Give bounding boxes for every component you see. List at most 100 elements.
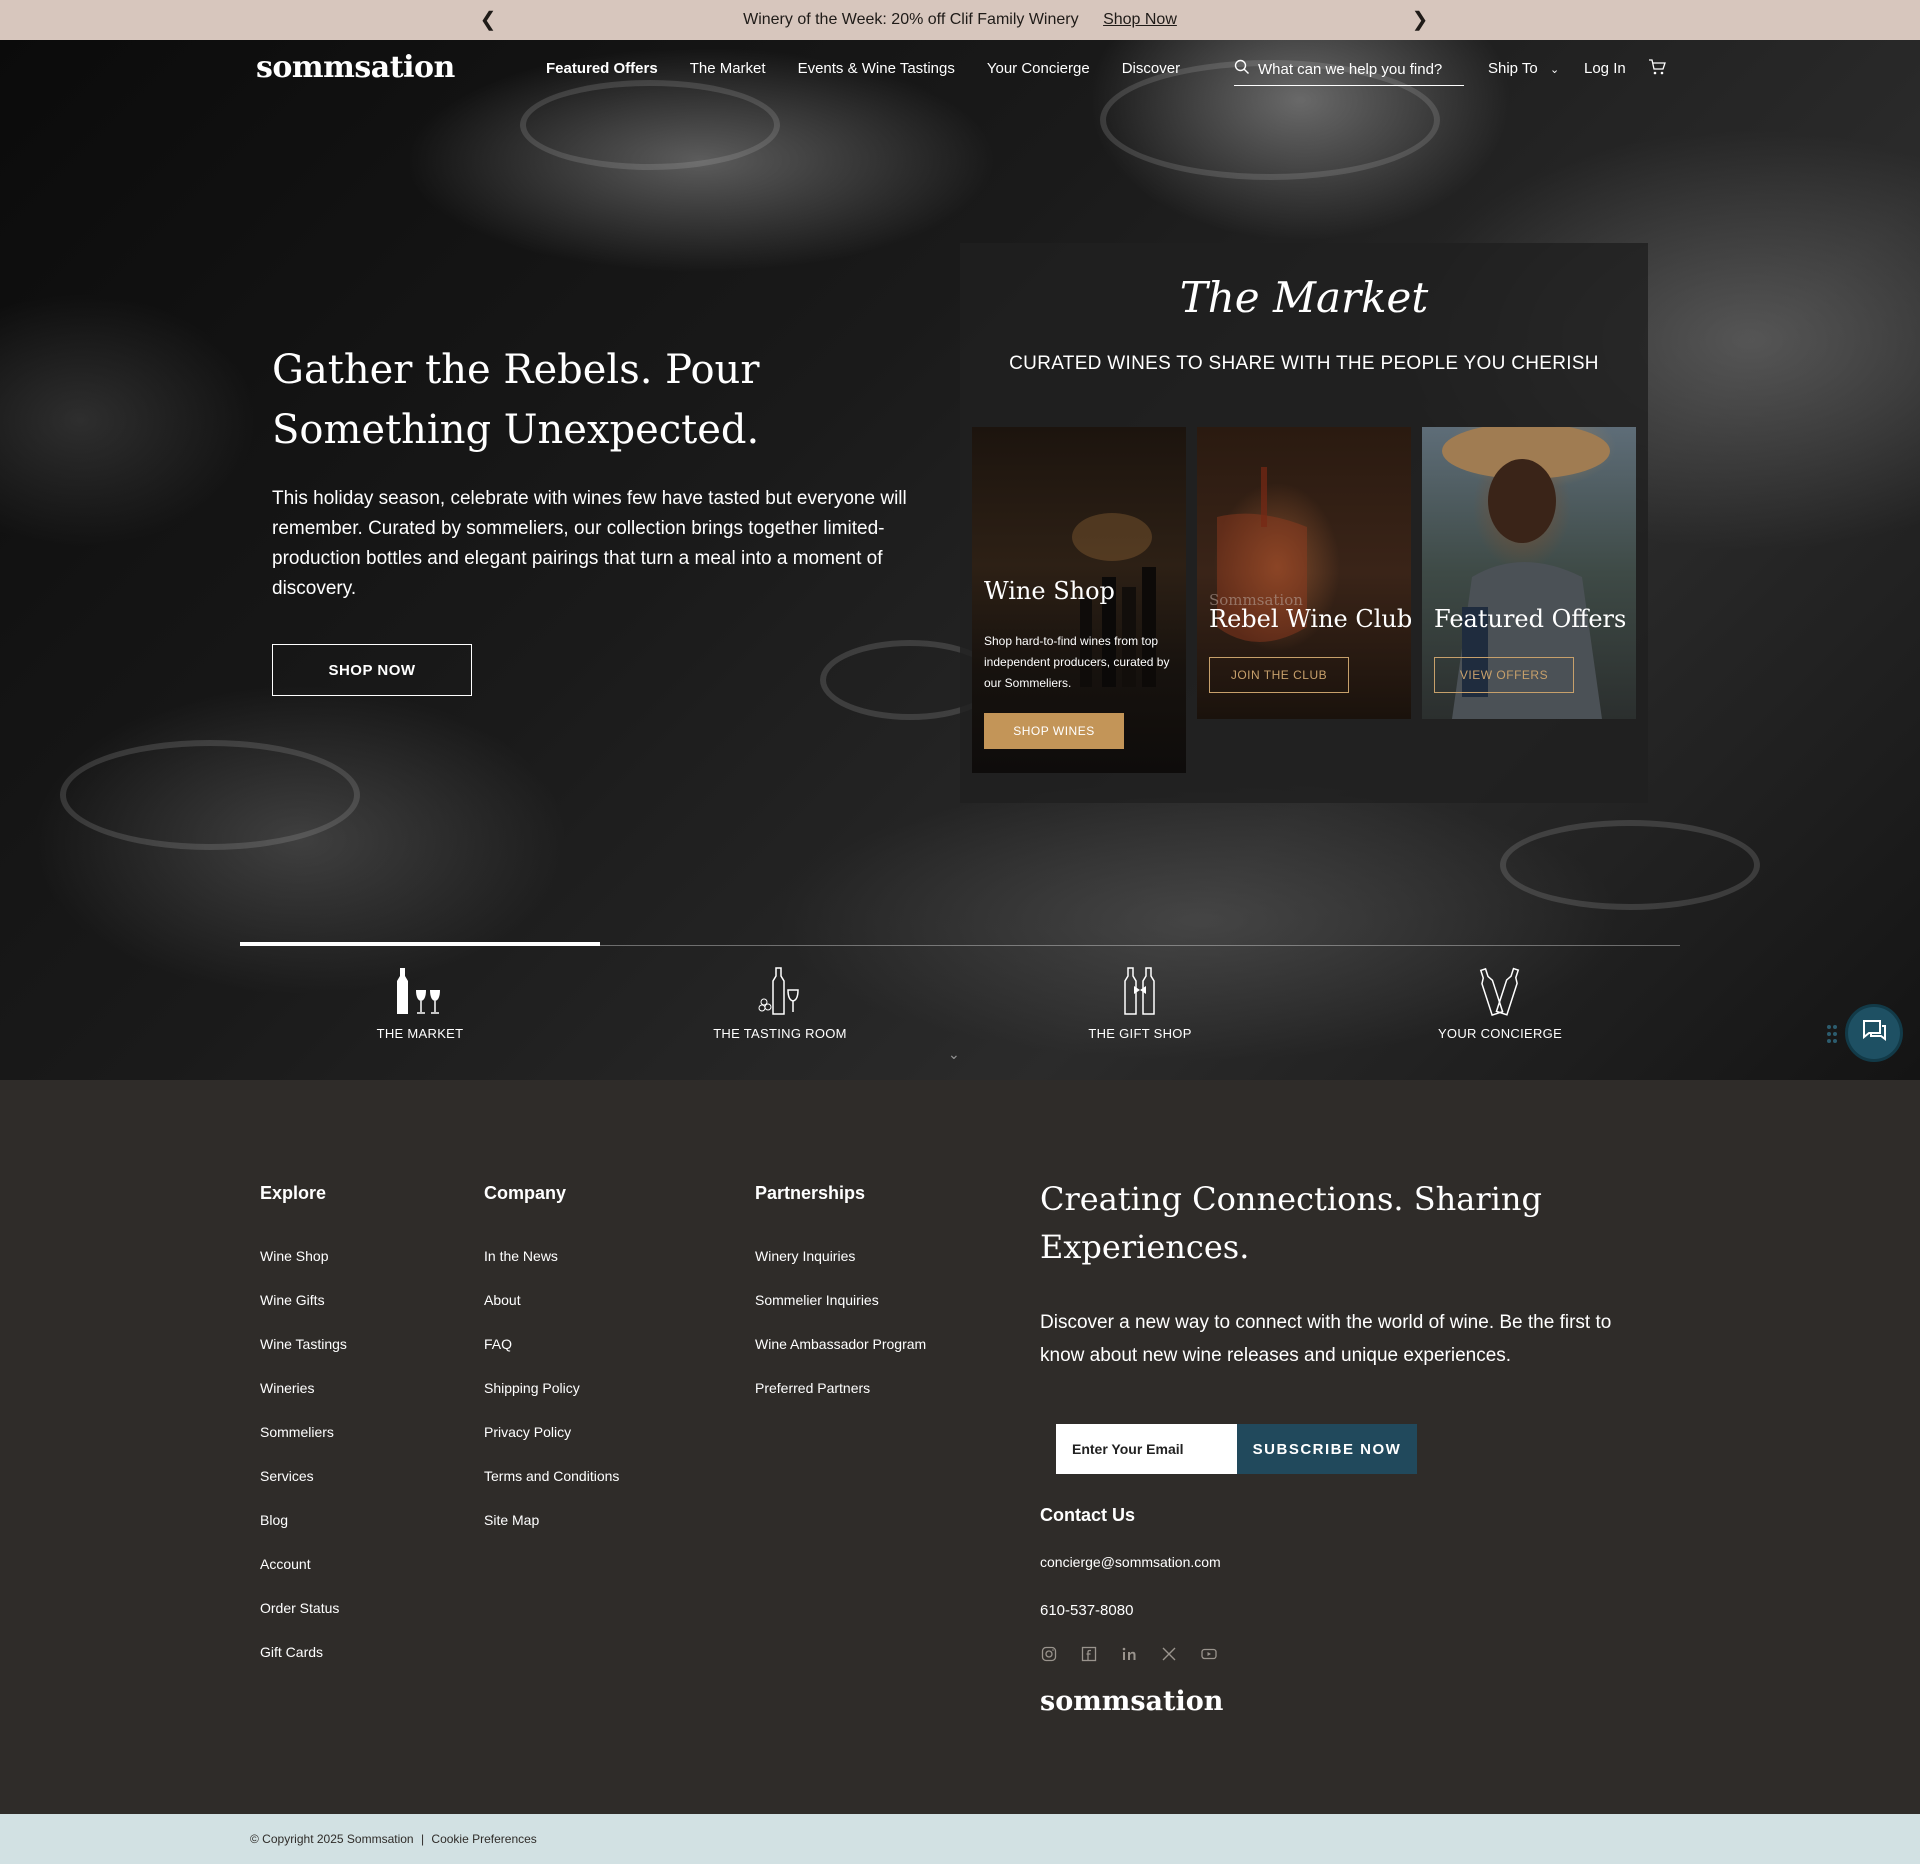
bottle-grapes-glass-icon [600, 964, 960, 1016]
nav-events-wine-tastings[interactable]: Events & Wine Tastings [798, 60, 955, 77]
instagram-icon[interactable] [1040, 1645, 1058, 1663]
footer-link-order-status[interactable]: Order Status [260, 1596, 347, 1640]
tab-the-gift-shop[interactable]: THE GIFT SHOP [960, 964, 1320, 1041]
footer-link-wine-ambassador-program[interactable]: Wine Ambassador Program [755, 1332, 926, 1376]
tab-the-tasting-room[interactable]: THE TASTING ROOM [600, 964, 960, 1041]
active-tab-indicator [240, 942, 600, 946]
market-subtitle: CURATED WINES TO SHARE WITH THE PEOPLE Y… [1009, 353, 1599, 374]
rebel-wine-club-title: Rebel Wine Club [1209, 605, 1411, 633]
footer-partnerships-column: Partnerships Winery Inquiries Sommelier … [755, 1183, 926, 1420]
nav-featured-offers[interactable]: Featured Offers [546, 60, 658, 77]
wine-shop-description: Shop hard-to-find wines from top indepen… [984, 634, 1170, 690]
footer-company-column: Company In the News About FAQ Shipping P… [484, 1183, 619, 1552]
tab-your-concierge[interactable]: YOUR CONCIERGE [1320, 964, 1680, 1041]
footer-logo[interactable]: sommsation [1040, 1686, 1223, 1717]
cookie-preferences-link[interactable]: Cookie Preferences [431, 1832, 536, 1846]
email-field[interactable] [1056, 1424, 1237, 1474]
footer-link-account[interactable]: Account [260, 1552, 347, 1596]
copyright-bar: © Copyright 2025 Sommsation | Cookie Pre… [0, 1814, 1920, 1864]
footer-link-in-the-news[interactable]: In the News [484, 1244, 619, 1288]
tab-your-concierge-label: YOUR CONCIERGE [1437, 1026, 1563, 1041]
footer-link-wineries[interactable]: Wineries [260, 1376, 347, 1420]
copyright-separator: | [420, 1832, 425, 1846]
tab-the-market[interactable]: THE MARKET [240, 964, 600, 1041]
footer-link-wine-gifts[interactable]: Wine Gifts [260, 1288, 347, 1332]
tab-the-market-label: THE MARKET [376, 1026, 464, 1041]
gift-bottles-icon [960, 964, 1320, 1016]
contact-email-link[interactable]: concierge@sommsation.com [1040, 1554, 1221, 1570]
footer-link-faq[interactable]: FAQ [484, 1332, 619, 1376]
shop-wines-button[interactable]: SHOP WINES [984, 713, 1124, 749]
drag-handle-icon[interactable] [1826, 1024, 1838, 1044]
view-offers-button[interactable]: VIEW OFFERS [1434, 657, 1574, 693]
chat-icon [1860, 1017, 1888, 1050]
facebook-icon[interactable] [1080, 1645, 1098, 1663]
announcement-message: Winery of the Week: 20% off Clif Family … [0, 11, 1920, 29]
social-links [1040, 1645, 1218, 1663]
nav-the-market[interactable]: The Market [690, 60, 766, 77]
footer-link-wine-tastings[interactable]: Wine Tastings [260, 1332, 347, 1376]
contact-heading: Contact Us [1040, 1505, 1136, 1525]
market-panel: The Market CURATED WINES TO SHARE WITH T… [960, 243, 1648, 803]
footer-link-privacy-policy[interactable]: Privacy Policy [484, 1420, 619, 1464]
site-logo[interactable]: sommsation [256, 50, 455, 85]
footer-link-site-map[interactable]: Site Map [484, 1508, 619, 1552]
tab-the-tasting-room-label: THE TASTING ROOM [713, 1026, 847, 1041]
wine-shop-card[interactable]: Wine Shop Shop hard-to-find wines from t… [972, 427, 1186, 773]
footer-partnerships-heading: Partnerships [755, 1183, 866, 1203]
wine-bottle-glasses-icon [240, 964, 600, 1016]
chevron-down-icon: ⌄ [1549, 64, 1560, 76]
nav-your-concierge[interactable]: Your Concierge [987, 60, 1090, 77]
x-icon[interactable] [1160, 1645, 1178, 1663]
footer-link-about[interactable]: About [484, 1288, 619, 1332]
search-bar [1234, 54, 1464, 86]
announcement-text: Winery of the Week: 20% off Clif Family … [743, 11, 1079, 28]
nav-links: Featured Offers The Market Events & Wine… [546, 60, 1212, 77]
youtube-icon[interactable] [1200, 1645, 1218, 1663]
cart-icon[interactable] [1648, 58, 1666, 81]
announcement-bar: ❮ Winery of the Week: 20% off Clif Famil… [0, 0, 1920, 40]
nav-discover[interactable]: Discover [1122, 60, 1180, 77]
footer-company-heading: Company [484, 1183, 567, 1203]
featured-offers-card[interactable]: Featured Offers VIEW OFFERS [1422, 427, 1636, 719]
footer-explore-column: Explore Wine Shop Wine Gifts Wine Tastin… [260, 1183, 347, 1684]
featured-offers-title: Featured Offers [1434, 605, 1627, 633]
subscribe-button[interactable]: SUBSCRIBE NOW [1237, 1424, 1417, 1474]
main-navigation: sommsation Featured Offers The Market Ev… [0, 40, 1920, 100]
hero-shop-now-button[interactable]: SHOP NOW [272, 644, 472, 696]
footer-link-shipping-policy[interactable]: Shipping Policy [484, 1376, 619, 1420]
search-icon [1234, 59, 1250, 80]
copyright-text: © Copyright 2025 Sommsation [250, 1832, 414, 1846]
search-input[interactable] [1258, 61, 1448, 78]
footer-link-services[interactable]: Services [260, 1464, 347, 1508]
next-arrow-icon[interactable]: ❯ [1408, 8, 1432, 32]
footer-link-winery-inquiries[interactable]: Winery Inquiries [755, 1244, 926, 1288]
footer-link-gift-cards[interactable]: Gift Cards [260, 1640, 347, 1684]
hero-description: This holiday season, celebrate with wine… [272, 488, 907, 599]
footer-link-sommeliers[interactable]: Sommeliers [260, 1420, 347, 1464]
footer-cta-description: Discover a new way to connect with the w… [1040, 1312, 1612, 1366]
linkedin-icon[interactable] [1120, 1645, 1138, 1663]
announcement-shop-now-link[interactable]: Shop Now [1103, 11, 1177, 28]
scroll-down-icon[interactable]: ⌄ [948, 1046, 960, 1063]
contact-phone-link[interactable]: 610-537-8080 [1040, 1602, 1133, 1619]
footer-cta-title: Creating Connections. Sharing Experience… [1040, 1180, 1542, 1266]
ship-to-label: Ship To [1488, 60, 1538, 77]
ship-to-dropdown[interactable]: Ship To ⌄ [1488, 60, 1559, 77]
wine-shop-title: Wine Shop [984, 577, 1115, 605]
tab-the-gift-shop-label: THE GIFT SHOP [1088, 1026, 1192, 1041]
footer-link-wine-shop[interactable]: Wine Shop [260, 1244, 347, 1288]
footer-link-preferred-partners[interactable]: Preferred Partners [755, 1376, 926, 1420]
chat-button[interactable] [1845, 1004, 1903, 1062]
login-link[interactable]: Log In [1584, 60, 1626, 77]
footer-link-blog[interactable]: Blog [260, 1508, 347, 1552]
join-the-club-button[interactable]: JOIN THE CLUB [1209, 657, 1349, 693]
newsletter-form: SUBSCRIBE NOW [1056, 1424, 1417, 1474]
cheers-bottles-icon [1320, 964, 1680, 1017]
footer-explore-heading: Explore [260, 1183, 327, 1203]
rebel-wine-club-card[interactable]: Sommsation Rebel Wine Club JOIN THE CLUB [1197, 427, 1411, 719]
footer-link-sommelier-inquiries[interactable]: Sommelier Inquiries [755, 1288, 926, 1332]
market-title: The Market [1179, 273, 1429, 322]
hero-title: Gather the Rebels. Pour Something Unexpe… [272, 347, 760, 453]
footer-link-terms-and-conditions[interactable]: Terms and Conditions [484, 1464, 619, 1508]
